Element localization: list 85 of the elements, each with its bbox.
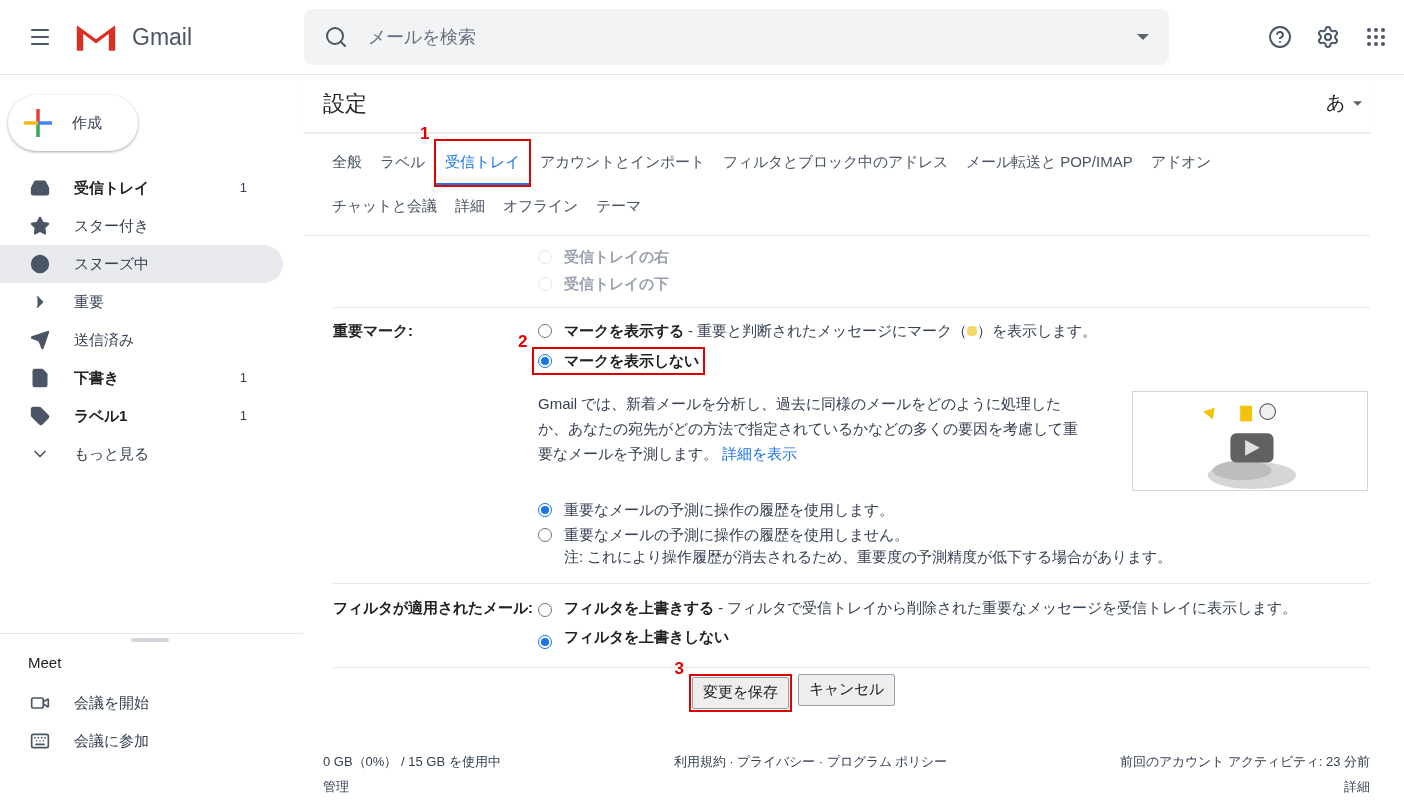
- settings-tab[interactable]: メール転送と POP/IMAP: [957, 141, 1142, 185]
- details-link[interactable]: 詳細を表示: [722, 445, 798, 462]
- nav-count: 1: [239, 407, 247, 426]
- option-label: 受信トレイの下: [564, 273, 669, 294]
- help-icon[interactable]: [1268, 25, 1292, 49]
- storage-usage: 0 GB（0%） / 15 GB を使用中: [323, 752, 501, 771]
- dropdown-caret-icon: [1353, 101, 1362, 106]
- annotation-number: 3: [674, 659, 684, 677]
- nav-label: もっと見る: [74, 443, 150, 464]
- nav-label: スヌーズ中: [74, 253, 150, 274]
- nav-label: スター付き: [74, 215, 150, 236]
- radio-button[interactable]: [538, 324, 552, 339]
- nav-count: 1: [239, 179, 247, 198]
- option-text: フィルタを上書きする - フィルタで受信トレイから削除された重要なメッセージを受信トレイに表示します。: [564, 597, 1298, 618]
- search-icon: [324, 25, 348, 49]
- radio-button[interactable]: [538, 353, 552, 368]
- page-title: 設定: [323, 90, 367, 118]
- option-label: マークを表示する: [564, 321, 684, 341]
- tag-icon: [30, 406, 50, 426]
- meet-title: Meet: [27, 652, 63, 673]
- last-activity: 前回のアカウント アクティビティ: 23 分前: [1120, 752, 1370, 771]
- nav-item[interactable]: 重要: [0, 283, 283, 321]
- option-label: 受信トレイの右: [564, 247, 669, 267]
- send-icon: [30, 330, 50, 350]
- settings-tab[interactable]: テーマ: [587, 185, 650, 229]
- option-label: 重要なメールの予測に操作の履歴を使用しません。: [564, 524, 909, 545]
- policy-links[interactable]: 利用規約 · プライバシー · プログラム ポリシー: [673, 751, 948, 797]
- nav-label: 重要: [74, 291, 105, 312]
- option-description: ）を表示します。: [977, 321, 1098, 341]
- explanation-text: Gmail では、新着メールを分析し、過去に同様のメールをどのように処理したか、あなたの宛先がどの方法で指定されているかなどの多くの要因を考慮して重要なメールを予測します。 詳細を表示: [538, 394, 1079, 464]
- manage-link[interactable]: 管理: [323, 777, 501, 797]
- nav-item[interactable]: 受信トレイ 1: [0, 169, 283, 207]
- nav-count: 1: [239, 369, 247, 388]
- search-field[interactable]: メールを検索: [368, 23, 1117, 51]
- radio-button[interactable]: [538, 635, 552, 649]
- radio-button[interactable]: [538, 602, 552, 617]
- nav-item[interactable]: もっと見る: [0, 435, 283, 473]
- option-description: - 重要と判断されたメッセージにマーク（: [688, 321, 968, 341]
- radio-button[interactable]: [538, 503, 552, 518]
- dropdown-caret-icon[interactable]: [1137, 34, 1149, 40]
- nav-label: 送信済み: [74, 329, 135, 350]
- nav-item[interactable]: スヌーズ中: [0, 245, 283, 283]
- settings-tab[interactable]: アドオン: [1141, 141, 1220, 185]
- nav-item[interactable]: スター付き: [0, 207, 283, 245]
- setting-label: フィルタが適用されたメール:: [333, 597, 534, 618]
- resize-handle[interactable]: [131, 637, 169, 642]
- settings-icon[interactable]: [1316, 25, 1340, 49]
- settings-tab[interactable]: チャットと会議: [323, 185, 446, 229]
- radio-button[interactable]: [538, 527, 552, 542]
- apps-grid-icon[interactable]: [1364, 25, 1388, 49]
- settings-tab[interactable]: ラベル: [371, 141, 434, 185]
- settings-tab[interactable]: 詳細: [446, 185, 494, 229]
- search-bar[interactable]: メールを検索: [304, 9, 1169, 65]
- nav-item[interactable]: ラベル1 1: [0, 397, 283, 435]
- meet-item[interactable]: 会議を開始: [0, 684, 303, 722]
- nav-item[interactable]: 下書き 1: [0, 359, 283, 397]
- settings-tab[interactable]: アカウントとインポート: [531, 141, 714, 185]
- annotation-number: 1: [420, 125, 430, 142]
- settings-tab[interactable]: 受信トレイ: [436, 141, 529, 185]
- compose-button[interactable]: 作成: [8, 95, 138, 151]
- settings-tab[interactable]: 全般: [323, 141, 371, 185]
- app-name: Gmail: [132, 22, 193, 52]
- meet-item[interactable]: 会議に参加: [0, 722, 303, 760]
- plus-icon: [24, 109, 52, 137]
- option-text: フィルタを上書きしない: [564, 627, 729, 647]
- input-tool-button[interactable]: あ: [1326, 89, 1370, 118]
- inbox-icon: [30, 178, 50, 198]
- importance-marker-icon: [967, 326, 978, 337]
- details-link[interactable]: 詳細: [1344, 777, 1370, 797]
- nav-label: 下書き: [74, 367, 120, 388]
- annotation-number: 2: [518, 332, 528, 350]
- nav-label: ラベル1: [74, 405, 129, 426]
- setting-label: 重要マーク:: [333, 321, 414, 341]
- action-button[interactable]: キャンセル: [797, 673, 895, 706]
- document-icon: [30, 368, 50, 388]
- option-note: 注: これにより操作履歴が消去されるため、重要度の予測精度が低下する場合があります。: [563, 547, 1174, 567]
- action-button[interactable]: 変更を保存: [691, 676, 789, 709]
- settings-tab[interactable]: オフライン: [494, 185, 587, 229]
- keyboard-icon: [30, 731, 50, 751]
- nav-item[interactable]: 送信済み: [0, 321, 283, 359]
- nav-label: 受信トレイ: [74, 177, 150, 198]
- settings-tab[interactable]: フィルタとブロック中のアドレス: [714, 141, 957, 185]
- star-icon: [30, 216, 50, 236]
- option-label: 重要なメールの予測に操作の履歴を使用します。: [564, 500, 894, 520]
- option-label: マークを表示しない: [564, 350, 699, 371]
